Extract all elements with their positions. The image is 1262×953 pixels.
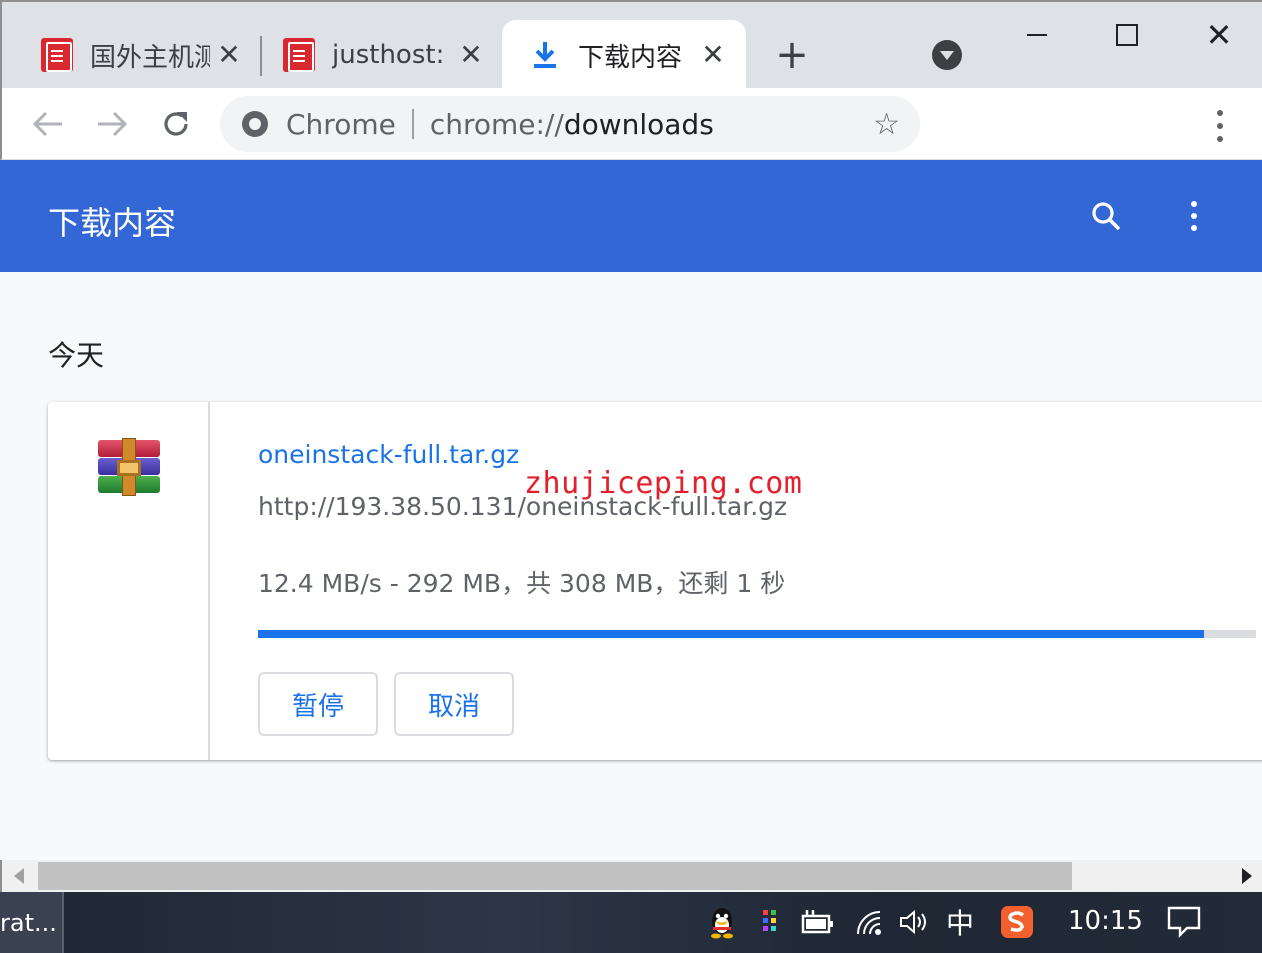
color-app-icon[interactable] — [756, 902, 784, 942]
tab-close-icon[interactable]: ✕ — [698, 40, 728, 70]
scrollbar-thumb[interactable] — [38, 862, 1072, 890]
ime-indicator[interactable]: 中 — [942, 902, 978, 942]
browser-toolbar: Chrome chrome:// downloads ☆ — [0, 88, 1262, 160]
address-bar[interactable]: Chrome chrome:// downloads ☆ — [220, 96, 920, 152]
download-icon — [528, 38, 562, 72]
windows-taskbar: rat... 中 10:15 — [0, 892, 1262, 953]
arrow-right-icon — [98, 111, 128, 137]
watermark-text: zhujiceping.com — [524, 466, 803, 501]
downloads-menu-button[interactable] — [1182, 198, 1206, 234]
dot — [1191, 225, 1197, 231]
horizontal-scrollbar[interactable] — [0, 860, 1262, 892]
page-title: 下载内容 — [48, 204, 177, 242]
reload-button[interactable] — [154, 102, 198, 146]
downloads-header: 下载内容 — [0, 160, 1262, 272]
scheme-label: Chrome — [286, 107, 396, 141]
tab-guowai[interactable]: 国外主机测 ✕ — [2, 20, 258, 90]
taskbar-app-label: rat... — [0, 908, 57, 937]
progress-fill — [258, 630, 1205, 638]
date-heading: 今天 — [48, 339, 105, 372]
tab-title: justhost: — [332, 40, 442, 70]
omnibox-divider — [411, 109, 414, 139]
minimize-button[interactable] — [1014, 12, 1060, 58]
browser-menu-button[interactable] — [1208, 106, 1232, 146]
download-card: oneinstack-full.tar.gz http://193.38.50.… — [48, 402, 1262, 760]
scroll-left-icon[interactable] — [14, 868, 24, 884]
winrar-archive-icon — [98, 438, 160, 496]
dot — [1191, 213, 1197, 219]
site-seal-icon — [282, 38, 316, 72]
dot — [1217, 122, 1223, 129]
new-tab-button[interactable]: + — [772, 35, 812, 76]
file-name-link[interactable]: oneinstack-full.tar.gz — [258, 440, 519, 469]
dot — [1217, 109, 1223, 116]
battery-charging-icon[interactable] — [800, 902, 836, 942]
tab-close-icon[interactable]: ✕ — [456, 40, 486, 70]
site-seal-icon — [40, 38, 74, 72]
dot — [1191, 201, 1197, 207]
chrome-logo-icon — [242, 111, 268, 137]
close-window-button[interactable]: ✕ — [1196, 12, 1242, 58]
qq-icon[interactable] — [706, 902, 738, 942]
url-prefix: chrome:// — [429, 107, 564, 141]
tab-search-icon[interactable] — [932, 40, 962, 70]
taskbar-app-button[interactable]: rat... — [0, 892, 64, 953]
download-progress-bar — [258, 630, 1256, 638]
cancel-button[interactable]: 取消 — [394, 672, 514, 736]
tab-justhost[interactable]: justhost: ✕ — [244, 20, 500, 90]
maximize-button[interactable] — [1104, 12, 1150, 58]
scroll-right-icon[interactable] — [1242, 868, 1252, 884]
notification-icon[interactable] — [1164, 902, 1204, 942]
tab-strip: 国外主机测 ✕ justhost: ✕ 下载内容 ✕ + ✕ — [0, 0, 1262, 90]
file-icon-column — [48, 402, 210, 760]
tab-title: 国外主机测 — [90, 42, 210, 73]
bookmark-star-icon[interactable]: ☆ — [873, 107, 900, 142]
dot — [1217, 136, 1223, 143]
system-clock[interactable]: 10:15 — [1068, 906, 1143, 936]
back-button[interactable] — [26, 102, 70, 146]
arrow-left-icon — [32, 111, 62, 137]
tab-downloads[interactable]: 下载内容 ✕ — [502, 20, 746, 90]
volume-icon[interactable] — [896, 902, 932, 942]
reload-icon — [164, 112, 188, 136]
forward-button[interactable] — [90, 102, 134, 146]
tab-title: 下载内容 — [578, 42, 683, 73]
sogou-input-icon[interactable] — [998, 902, 1036, 942]
pause-button[interactable]: 暂停 — [258, 672, 378, 736]
search-icon[interactable] — [1090, 200, 1122, 232]
url-host: downloads — [563, 107, 714, 141]
tab-close-icon[interactable]: ✕ — [214, 40, 244, 70]
wifi-icon[interactable] — [852, 902, 888, 942]
download-status: 12.4 MB/s - 292 MB，共 308 MB，还剩 1 秒 — [258, 569, 786, 598]
